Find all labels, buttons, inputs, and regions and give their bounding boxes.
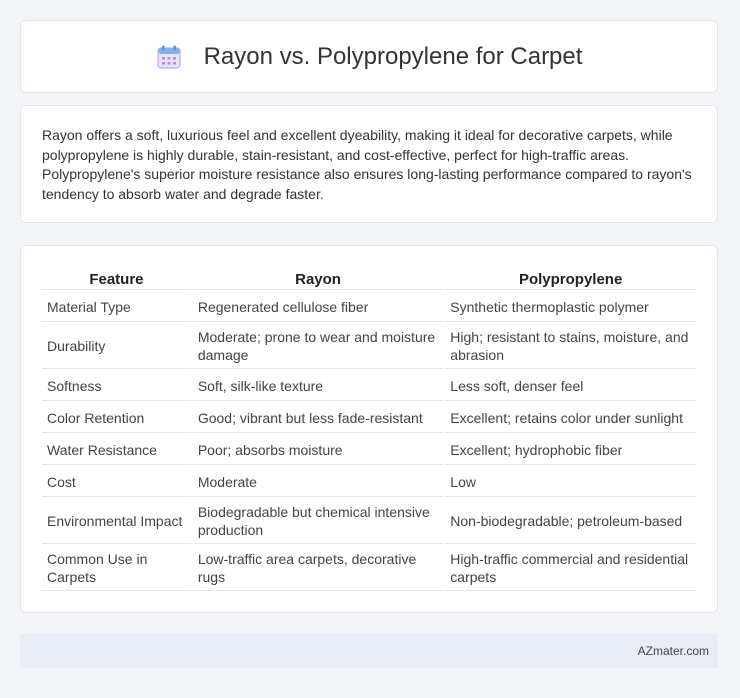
footer-bar: AZmater.com bbox=[20, 634, 718, 668]
rayon-cell: Moderate bbox=[192, 467, 444, 497]
rayon-cell: Low-traffic area carpets, decorative rug… bbox=[192, 546, 444, 591]
polypropylene-cell: Less soft, denser feel bbox=[445, 371, 696, 401]
polypropylene-cell: High; resistant to stains, moisture, and… bbox=[445, 324, 696, 369]
page-title: Rayon vs. Polypropylene for Carpet bbox=[203, 42, 583, 70]
table-row: Durability Moderate; prone to wear and m… bbox=[42, 324, 696, 369]
feature-cell: Color Retention bbox=[42, 403, 191, 433]
rayon-cell: Poor; absorbs moisture bbox=[192, 435, 444, 465]
header-rayon: Rayon bbox=[192, 268, 444, 290]
polypropylene-cell: Excellent; retains color under sunlight bbox=[445, 403, 696, 433]
title-card: Rayon vs. Polypropylene for Carpet bbox=[20, 20, 718, 93]
table-row: Water Resistance Poor; absorbs moisture … bbox=[42, 435, 696, 465]
polypropylene-cell: Non-biodegradable; petroleum-based bbox=[445, 499, 696, 544]
table-header-row: Feature Rayon Polypropylene bbox=[42, 268, 696, 290]
calendar-icon bbox=[156, 45, 181, 69]
rayon-cell: Moderate; prone to wear and moisture dam… bbox=[192, 324, 444, 369]
rayon-cell: Soft, silk-like texture bbox=[192, 371, 444, 401]
table-row: Material Type Regenerated cellulose fibe… bbox=[42, 292, 696, 322]
rayon-cell: Good; vibrant but less fade-resistant bbox=[192, 403, 444, 433]
feature-cell: Softness bbox=[42, 371, 191, 401]
header-polypropylene: Polypropylene bbox=[445, 268, 696, 290]
table-row: Softness Soft, silk-like texture Less so… bbox=[42, 371, 696, 401]
rayon-cell: Regenerated cellulose fiber bbox=[192, 292, 444, 322]
table-row: Environmental Impact Biodegradable but c… bbox=[42, 499, 696, 544]
comparison-table: Feature Rayon Polypropylene Material Typ… bbox=[40, 266, 698, 593]
polypropylene-cell: High-traffic commercial and residential … bbox=[445, 546, 696, 591]
table-row: Color Retention Good; vibrant but less f… bbox=[42, 403, 696, 433]
table-row: Common Use in Carpets Low-traffic area c… bbox=[42, 546, 696, 591]
feature-cell: Water Resistance bbox=[42, 435, 191, 465]
polypropylene-cell: Synthetic thermoplastic polymer bbox=[445, 292, 696, 322]
description-text: Rayon offers a soft, luxurious feel and … bbox=[42, 127, 692, 202]
table-row: Cost Moderate Low bbox=[42, 467, 696, 497]
comparison-table-card: Feature Rayon Polypropylene Material Typ… bbox=[20, 245, 718, 613]
feature-cell: Common Use in Carpets bbox=[42, 546, 191, 591]
header-feature: Feature bbox=[42, 268, 191, 290]
feature-cell: Material Type bbox=[42, 292, 191, 322]
feature-cell: Environmental Impact bbox=[42, 499, 191, 544]
polypropylene-cell: Excellent; hydrophobic fiber bbox=[445, 435, 696, 465]
feature-cell: Cost bbox=[42, 467, 191, 497]
polypropylene-cell: Low bbox=[445, 467, 696, 497]
description-card: Rayon offers a soft, luxurious feel and … bbox=[20, 105, 718, 223]
footer-brand[interactable]: AZmater.com bbox=[638, 644, 709, 658]
feature-cell: Durability bbox=[42, 324, 191, 369]
rayon-cell: Biodegradable but chemical intensive pro… bbox=[192, 499, 444, 544]
